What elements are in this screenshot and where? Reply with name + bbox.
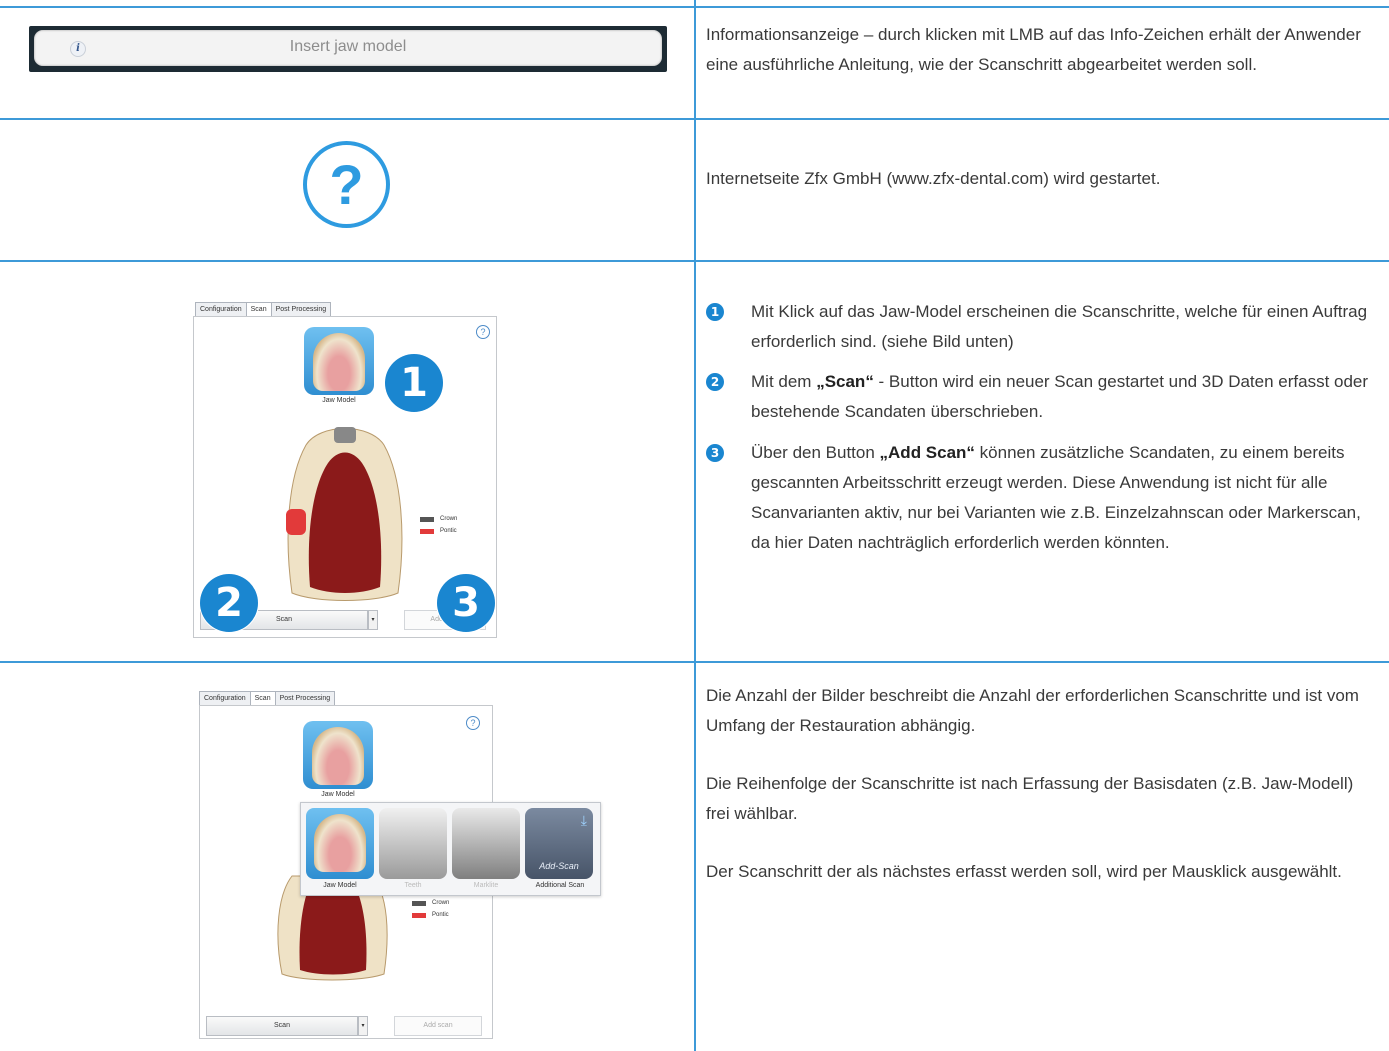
callout-number-1: 1 [385, 354, 443, 412]
scan-button[interactable]: Scan [206, 1016, 358, 1036]
step-additional-scan[interactable]: ⤓ Add-Scan [525, 808, 593, 879]
bullet-2-badge: 2 [706, 373, 724, 391]
jaw-preview-image [286, 427, 403, 601]
tab-scan[interactable]: Scan [249, 691, 276, 706]
column-divider [694, 0, 696, 1051]
step-jaw-model[interactable] [306, 808, 374, 879]
row4-description: Die Anzahl der Bilder beschreibt die Anz… [706, 681, 1366, 887]
step-marklite[interactable] [452, 808, 520, 879]
bullet-2-text: Mit dem „Scan“ - Button wird ein neuer S… [751, 372, 1369, 421]
bullet-1-badge: 1 [706, 303, 724, 321]
tab-scan[interactable]: Scan [245, 302, 272, 317]
callout-number-2: 2 [200, 574, 258, 632]
legend-crown-label: Crown [432, 900, 450, 906]
jaw-model-tile[interactable] [303, 721, 373, 789]
step-label-additional-scan: Additional Scan [535, 882, 585, 889]
row4-paragraph-1: Die Anzahl der Bilder beschreibt die Anz… [706, 686, 1359, 735]
bullet-3-badge: 3 [706, 444, 724, 462]
tab-bar: Configuration Scan Post Processing [199, 691, 336, 706]
step-label-marklite: Marklite [473, 882, 499, 889]
row4-paragraph-2: Die Reihenfolge der Scanschritte ist nac… [706, 774, 1354, 823]
tab-post-processing[interactable]: Post Processing [270, 302, 332, 317]
bullet-3-text: Über den Button „Add Scan“ können zusätz… [751, 443, 1361, 552]
help-icon[interactable]: ? [466, 716, 480, 730]
help-icon[interactable]: ? [476, 325, 490, 339]
step-label-jaw-model: Jaw Model [323, 882, 357, 889]
legend-pontic-label: Pontic [440, 528, 457, 534]
tab-bar: Configuration Scan Post Processing [195, 302, 332, 317]
jaw-model-tile[interactable] [304, 327, 374, 395]
jaw-model-label: Jaw Model [321, 791, 355, 798]
legend-crown-label: Crown [440, 516, 458, 522]
download-arrow-icon: ⤓ [580, 812, 587, 828]
jaw-model-icon [313, 333, 365, 391]
bullet-1-text: Mit Klick auf das Jaw-Model erscheinen d… [751, 302, 1368, 351]
legend-pontic-label: Pontic [432, 912, 449, 918]
information-bar: i Insert jaw model [29, 26, 667, 72]
jaw-model-step-icon [314, 814, 366, 872]
add-scan-tile-text: Add-Scan [539, 861, 579, 871]
scan-panel-annotated: Configuration Scan Post Processing ? Jaw… [185, 292, 505, 642]
legend-pontic-swatch [412, 913, 426, 918]
row1-description: Informationsanzeige – durch klicken mit … [706, 25, 1361, 74]
scan-steps-strip: ⤓ Add-Scan Jaw Model Teeth Marklite Addi… [300, 802, 601, 896]
jaw-model-icon [312, 727, 364, 785]
scan-dropdown-arrow[interactable]: ▾ [368, 610, 378, 630]
tab-configuration[interactable]: Configuration [199, 691, 251, 706]
legend-pontic-swatch [420, 529, 434, 534]
legend-crown-swatch [420, 517, 434, 522]
jaw-model-label: Jaw Model [322, 397, 356, 404]
callout-number-3: 3 [437, 574, 495, 632]
row2-description: Internetseite Zfx GmbH (www.zfx-dental.c… [706, 169, 1161, 188]
step-label-teeth: Teeth [404, 882, 422, 889]
tab-post-processing[interactable]: Post Processing [274, 691, 336, 706]
legend-crown-swatch [412, 901, 426, 906]
add-scan-button[interactable]: Add scan [394, 1016, 482, 1036]
tab-configuration[interactable]: Configuration [195, 302, 247, 317]
row4-paragraph-3: Der Scanschritt der als nächstes erfasst… [706, 862, 1342, 881]
information-bar-label: Insert jaw model [289, 38, 407, 55]
question-icon[interactable]: ? [303, 141, 390, 228]
scan-dropdown-arrow[interactable]: ▾ [358, 1016, 368, 1036]
step-teeth[interactable] [379, 808, 447, 879]
